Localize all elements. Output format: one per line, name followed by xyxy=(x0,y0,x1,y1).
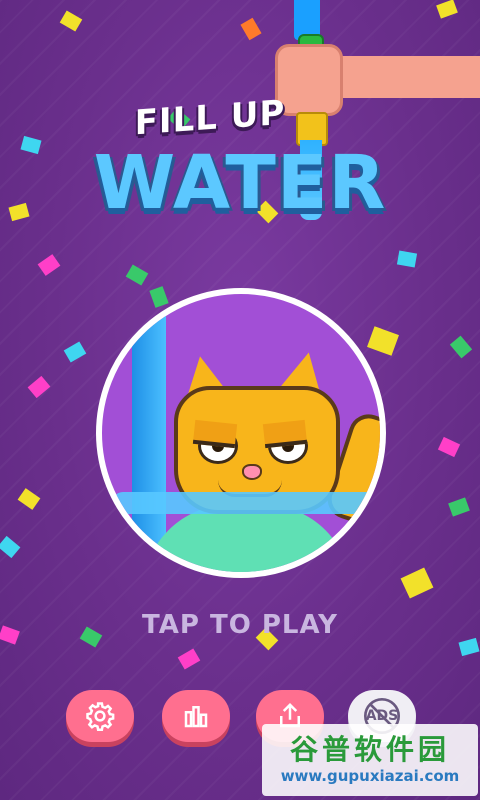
cat-eyelid-right xyxy=(262,419,308,449)
gear-icon xyxy=(86,702,115,731)
ads-label: ADS xyxy=(365,708,399,724)
water-stream xyxy=(132,294,166,554)
bar-chart-icon xyxy=(184,706,208,728)
tap-to-play-label[interactable]: TAP TO PLAY xyxy=(0,610,480,640)
cat-body xyxy=(142,504,352,572)
title-line2: WATER xyxy=(93,140,387,226)
cat-nose xyxy=(242,464,262,480)
watermark-url: www.gupuxiazai.com xyxy=(280,767,460,785)
cat-eyelid-left xyxy=(192,419,238,449)
water-splash xyxy=(112,492,380,514)
watermark: 谷普软件园 www.gupuxiazai.com xyxy=(262,724,478,796)
character-preview[interactable] xyxy=(96,288,386,578)
leaderboard-button[interactable] xyxy=(162,690,230,742)
settings-button[interactable] xyxy=(66,690,134,742)
watermark-text: 谷普软件园 xyxy=(289,733,450,766)
